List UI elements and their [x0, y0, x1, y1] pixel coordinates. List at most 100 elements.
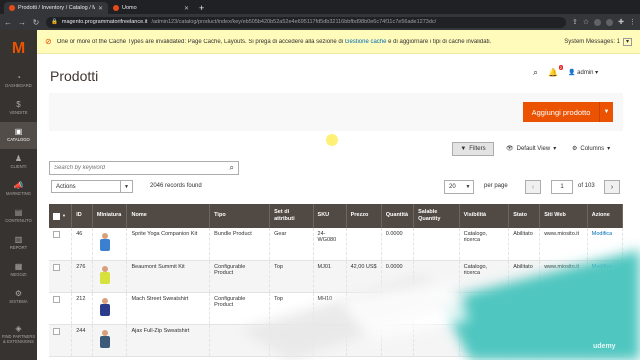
extension-icon[interactable] — [594, 18, 602, 26]
sidebar-item-dashboard[interactable]: ◔ Dashboard — [0, 68, 37, 95]
sidebar-item-negozi[interactable]: ▦ Negozi — [0, 257, 37, 284]
column-header[interactable]: Siti Web — [539, 204, 588, 228]
column-header[interactable]: Tipo — [209, 204, 271, 228]
url-path: /admin123/catalog/product/index/key/eb50… — [151, 19, 437, 25]
cell-action[interactable] — [587, 324, 624, 357]
product-thumbnail — [99, 265, 110, 284]
cell-status: Abilitato — [508, 260, 541, 293]
cell-qty — [381, 324, 415, 357]
cell-id: 276 — [71, 260, 93, 293]
sidebar-item-contenuto[interactable]: ▤ Contenuto — [0, 203, 37, 230]
cache-management-link[interactable]: Gestione cache — [345, 39, 387, 45]
column-header[interactable]: Azione — [587, 204, 624, 228]
sidebar-item-find[interactable]: ◈ Find Partners & Extensions — [0, 321, 37, 348]
chevron-down-icon[interactable]: ▾ — [622, 38, 632, 46]
row-checkbox[interactable] — [53, 295, 60, 303]
chevron-down-icon[interactable]: ▼ — [599, 102, 613, 122]
sidebar-item-sistema[interactable]: ⚙ Sistema — [0, 284, 37, 311]
column-header[interactable]: SKU — [313, 204, 347, 228]
sidebar-item-label: Report — [9, 245, 28, 251]
page-number-input[interactable]: 1 — [551, 180, 573, 194]
product-thumbnail — [99, 297, 110, 316]
column-header[interactable]: Salable Quantity — [413, 204, 460, 228]
sidebar-icon: 📣 — [13, 181, 24, 191]
notifications-bell-icon[interactable]: 🔔 2 — [548, 65, 564, 77]
sidebar-item-marketing[interactable]: 📣 Marketing — [0, 176, 37, 203]
search-icon[interactable]: ⌕ — [533, 67, 538, 78]
close-tab-icon[interactable]: ✕ — [184, 5, 189, 12]
sidebar-item-clienti[interactable]: ♟ Clienti — [0, 149, 37, 176]
thumbnail-cell — [92, 292, 128, 325]
magento-favicon-icon — [9, 5, 15, 11]
cell-id: 244 — [71, 324, 93, 357]
column-header[interactable]: Visibilità — [459, 204, 510, 228]
table-row[interactable]: 244 Ajax Full-Zip Sweatshirt — [49, 324, 624, 357]
column-header[interactable]: Set di attributi — [269, 204, 314, 228]
thumbnail-cell — [92, 228, 128, 261]
previous-page-button[interactable]: ‹ — [525, 180, 541, 194]
select-all-column[interactable]: ▼ — [49, 204, 73, 228]
cell-sku — [313, 324, 347, 357]
column-header[interactable]: Prezzo — [346, 204, 382, 228]
user-menu[interactable]: 👤 admin ▾ — [568, 69, 598, 76]
back-icon[interactable]: ← — [4, 18, 12, 27]
cell-action[interactable]: Modifica — [587, 260, 624, 293]
column-header[interactable]: Nome — [126, 204, 211, 228]
cell-name: Mach Street Sweatshirt — [126, 292, 211, 325]
sidebar-icon: ♟ — [14, 154, 23, 164]
share-icon[interactable]: ⇪ — [572, 18, 578, 26]
cell-attr: Gear — [269, 228, 314, 261]
chevron-down-icon: ▼ — [120, 180, 132, 193]
table-row[interactable]: 212 Mach Street Sweatshirt Configurable Pr… — [49, 292, 624, 325]
star-icon[interactable]: ☆ — [583, 18, 589, 26]
table-row[interactable]: 276 Beaumont Summit Kit Configurable Produ… — [49, 260, 624, 293]
columns-dropdown[interactable]: ⚙ Columns ▾ — [572, 145, 610, 153]
puzzle-icon[interactable]: ✚ — [618, 18, 624, 26]
magento-logo-icon[interactable]: M — [0, 30, 37, 68]
extension-icon[interactable] — [606, 18, 614, 26]
search-input[interactable] — [54, 165, 230, 171]
close-tab-icon[interactable]: ✕ — [98, 5, 103, 12]
sidebar-item-catalogo[interactable]: ▣ Catalogo — [0, 122, 37, 149]
sidebar-icon: $ — [16, 100, 21, 110]
row-checkbox[interactable] — [53, 231, 60, 238]
column-header[interactable]: ID — [71, 204, 93, 228]
table-row[interactable]: 46 Sprite Yoga Companion Kit Bundle Produc… — [49, 228, 624, 261]
mouse-cursor-highlight — [326, 134, 338, 146]
lock-icon: 🔒 — [51, 19, 58, 25]
next-page-button[interactable]: › — [604, 180, 620, 194]
cell-price — [346, 292, 382, 325]
filters-button[interactable]: ▼ Filters — [452, 142, 494, 156]
sidebar-item-vendite[interactable]: $ Vendite — [0, 95, 37, 122]
system-messages[interactable]: System Messages: 1 ▾ — [564, 38, 632, 46]
search-icon[interactable]: ⌕ — [230, 163, 234, 173]
column-header[interactable]: Stato — [508, 204, 541, 228]
cell-name: Beaumont Summit Kit — [126, 260, 211, 293]
forward-icon[interactable]: → — [18, 18, 26, 27]
row-checkbox[interactable] — [53, 327, 60, 335]
per-page-select[interactable]: 20 ▼ — [444, 180, 474, 194]
cell-id: 46 — [71, 228, 93, 261]
default-view-dropdown[interactable]: 👁 Default View ▾ — [506, 145, 556, 153]
select-all-checkbox[interactable] — [53, 212, 60, 220]
browser-tab-uomo[interactable]: Uomo ✕ — [108, 2, 194, 14]
cell-action[interactable] — [587, 292, 624, 325]
cell-qty: 0.0000 — [381, 260, 415, 293]
screen: Prodotti / Inventory / Catalog / M ✕ Uom… — [0, 0, 640, 360]
cell-price — [346, 324, 382, 357]
cell-action[interactable]: Modifica — [587, 228, 624, 261]
mass-actions-select[interactable]: Actions ▼ — [51, 180, 133, 193]
url-field[interactable]: 🔒 magento.programmatorifreelance.it/admi… — [46, 16, 566, 28]
column-header[interactable]: Quantità — [381, 204, 415, 228]
reload-icon[interactable]: ↻ — [32, 18, 40, 27]
sidebar-item-report[interactable]: ▥ Report — [0, 230, 37, 257]
row-checkbox[interactable] — [53, 263, 60, 271]
new-tab-icon[interactable]: + — [194, 2, 209, 14]
grid-header-row: ▼ ID Miniatura Nome Tipo Set di attributi SKU… — [49, 204, 624, 228]
cell-name: Sprite Yoga Companion Kit — [126, 228, 211, 261]
browser-tab-products[interactable]: Prodotti / Inventory / Catalog / M ✕ — [4, 2, 108, 14]
chevron-down-icon[interactable]: ▼ — [62, 213, 66, 218]
add-product-button[interactable]: Aggiungi prodotto ▼ — [523, 102, 613, 122]
column-header[interactable]: Miniatura — [92, 204, 128, 228]
menu-dots-icon[interactable]: ⋮ — [629, 18, 636, 26]
